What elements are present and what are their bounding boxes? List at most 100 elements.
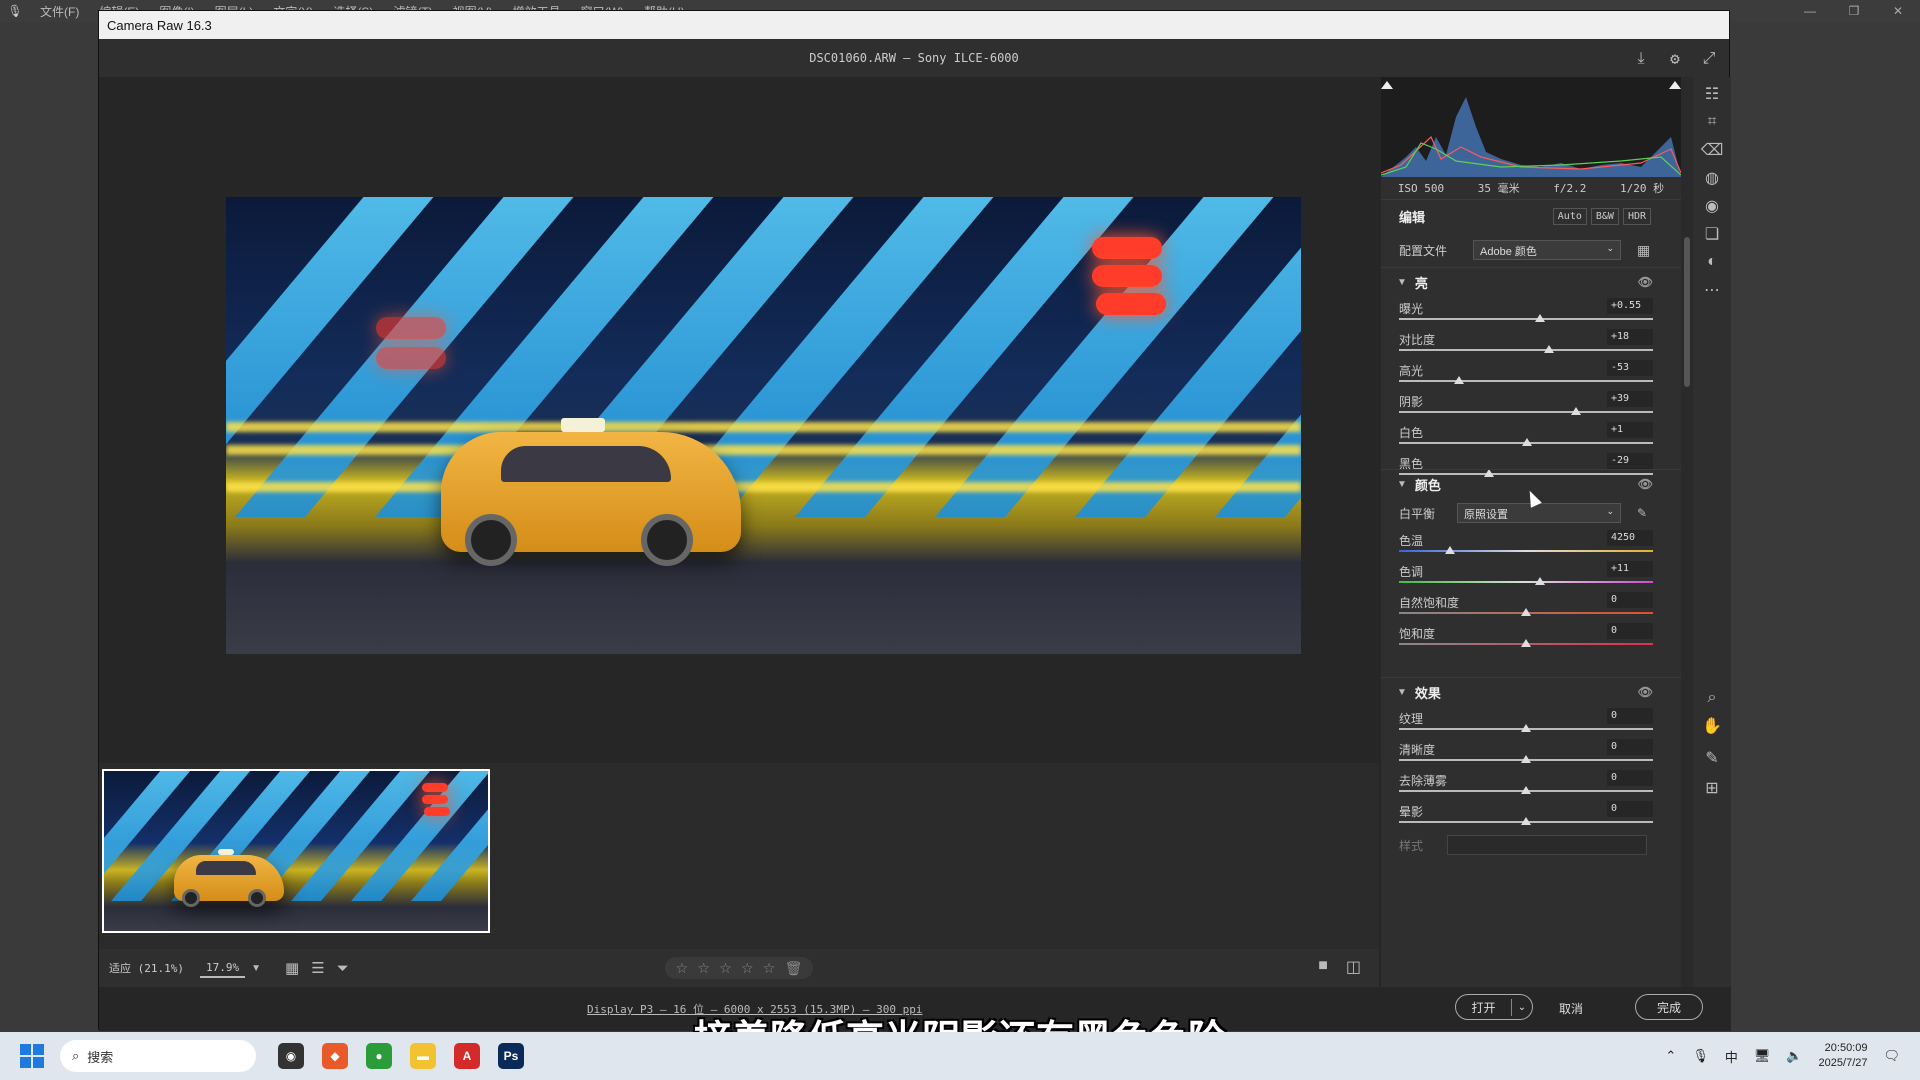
slider-light-0[interactable]: 曝光 +0.55 (1381, 296, 1681, 327)
effects-header[interactable]: ▼ 效果 👁 (1381, 678, 1681, 706)
slider-effects-0[interactable]: 纹理 0 (1381, 706, 1681, 737)
network-icon[interactable]: 🖥 (1754, 1048, 1771, 1064)
chrome-icon[interactable]: ● (366, 1043, 392, 1069)
profile-select[interactable]: Adobe 颜色 ⌄ (1473, 240, 1621, 260)
single-view-icon[interactable]: ■ (1318, 957, 1328, 977)
slider-value-input[interactable]: -29 (1607, 453, 1653, 469)
slider-effects-1[interactable]: 清晰度 0 (1381, 737, 1681, 768)
slider-track[interactable] (1399, 411, 1653, 413)
slider-value-input[interactable]: 0 (1607, 623, 1653, 639)
slider-handle[interactable] (1453, 376, 1464, 384)
notification-icon[interactable]: 🗨 (1883, 1048, 1900, 1064)
slider-effects-3[interactable]: 晕影 0 (1381, 799, 1681, 830)
filmstrip-icon[interactable]: ▦ (285, 959, 299, 977)
slider-light-4[interactable]: 白色 +1 (1381, 420, 1681, 451)
star-icon[interactable]: ☆ (676, 960, 689, 977)
folder-icon[interactable]: ▬ (410, 1043, 436, 1069)
gear-icon[interactable]: ⚙ (1665, 48, 1685, 68)
eye-icon[interactable]: 👁 (1638, 477, 1653, 491)
slider-track[interactable] (1399, 318, 1653, 320)
microphone-icon[interactable]: 🎙 (1692, 1048, 1709, 1064)
slider-color-1[interactable]: 色调 +11 (1381, 559, 1681, 590)
volume-icon[interactable]: 🔈 (1786, 1048, 1802, 1064)
slider-light-3[interactable]: 阴影 +39 (1381, 389, 1681, 420)
capture-app-icon[interactable]: ◉ (278, 1043, 304, 1069)
windows-start-icon[interactable] (20, 1044, 44, 1068)
slider-value-input[interactable]: 0 (1607, 801, 1653, 817)
rating-stars[interactable]: ☆ ☆ ☆ ☆ ☆ 🗑 (665, 957, 813, 979)
slider-value-input[interactable]: +11 (1607, 561, 1653, 577)
slider-track[interactable] (1399, 380, 1653, 382)
sort-icon[interactable]: ☰ (311, 959, 324, 977)
slider-value-input[interactable]: +18 (1607, 329, 1653, 345)
slider-light-1[interactable]: 对比度 +18 (1381, 327, 1681, 358)
auto-button[interactable]: Auto (1552, 208, 1587, 225)
filter-icon[interactable]: ⏷ (337, 960, 349, 977)
close-icon[interactable]: ✕ (1876, 0, 1920, 22)
filmstrip-thumbnail[interactable] (102, 769, 490, 933)
save-icon[interactable]: ⤓ (1631, 48, 1651, 68)
hdr-button[interactable]: HDR (1622, 208, 1651, 225)
image-canvas[interactable] (99, 77, 1379, 763)
slider-handle[interactable] (1521, 724, 1531, 732)
clock[interactable]: 20:50:09 2025/7/27 (1819, 1041, 1868, 1071)
more-icon[interactable]: ⋯ (1701, 279, 1723, 301)
slider-handle[interactable] (1543, 345, 1554, 353)
slider-value-input[interactable]: 0 (1607, 708, 1653, 724)
presets-icon[interactable]: ◐ (1701, 251, 1723, 273)
snapshot-icon[interactable]: ❏ (1701, 223, 1723, 245)
minimize-icon[interactable]: — (1788, 0, 1832, 22)
hand-icon[interactable]: ✋ (1701, 715, 1723, 737)
zoom-icon[interactable]: ⌕ (1701, 687, 1723, 709)
vignette-style-select[interactable] (1447, 835, 1647, 855)
edit-sliders-icon[interactable]: ☷ (1701, 83, 1723, 105)
slider-handle[interactable] (1444, 546, 1455, 554)
trash-icon[interactable]: 🗑 (785, 960, 803, 977)
acrobat-icon[interactable]: A (454, 1043, 480, 1069)
star-icon[interactable]: ☆ (763, 960, 776, 977)
slider-handle[interactable] (1521, 817, 1531, 825)
restore-icon[interactable]: ❐ (1832, 0, 1876, 22)
color-sampler-icon[interactable]: ✎ (1701, 747, 1723, 769)
slider-handle[interactable] (1534, 314, 1545, 322)
slider-handle[interactable] (1570, 407, 1581, 415)
slider-handle[interactable] (1534, 577, 1545, 585)
slider-color-0[interactable]: 色温 4250 (1381, 528, 1681, 559)
taskbar-search[interactable]: ⌕ 搜索 (60, 1040, 256, 1072)
slider-handle[interactable] (1521, 786, 1531, 794)
eraser-icon[interactable]: ⌫ (1701, 139, 1724, 161)
zoom-fit[interactable]: 适应 (21.1%) (109, 960, 184, 976)
zoom-value[interactable]: 17.9% (199, 959, 246, 978)
grid-icon[interactable]: ⊞ (1701, 777, 1723, 799)
eye-icon[interactable]: 👁 (1638, 275, 1653, 289)
slider-light-2[interactable]: 高光 -53 (1381, 358, 1681, 389)
fullscreen-icon[interactable]: ⤢ (1699, 48, 1719, 68)
photoshop-icon[interactable]: Ps (498, 1043, 524, 1069)
slider-value-input[interactable]: 4250 (1607, 530, 1653, 546)
slider-value-input[interactable]: 0 (1607, 592, 1653, 608)
eye-icon[interactable]: 👁 (1638, 685, 1653, 699)
light-header[interactable]: ▼ 亮 👁 (1381, 268, 1681, 296)
slider-value-input[interactable]: -53 (1607, 360, 1653, 376)
slider-value-input[interactable]: 0 (1607, 739, 1653, 755)
eyedropper-icon[interactable]: ✎ (1637, 506, 1647, 520)
profile-browser-icon[interactable]: ▦ (1637, 242, 1650, 259)
slider-value-input[interactable]: +0.55 (1607, 298, 1653, 314)
slider-handle[interactable] (1521, 755, 1531, 763)
menu-file[interactable]: 文件(F) (30, 3, 89, 20)
slider-color-2[interactable]: 自然饱和度 0 (1381, 590, 1681, 621)
slider-handle[interactable] (1522, 438, 1533, 446)
slider-track[interactable] (1399, 349, 1653, 351)
slider-track[interactable] (1399, 581, 1653, 583)
crop-icon[interactable]: ⌗ (1701, 111, 1723, 133)
slider-value-input[interactable]: +39 (1607, 391, 1653, 407)
app-icon[interactable]: ◆ (322, 1043, 348, 1069)
slider-handle[interactable] (1521, 608, 1531, 616)
star-icon[interactable]: ☆ (741, 960, 754, 977)
slider-effects-2[interactable]: 去除薄雾 0 (1381, 768, 1681, 799)
chevron-down-icon[interactable]: ▼ (251, 963, 261, 974)
slider-value-input[interactable]: +1 (1607, 422, 1653, 438)
ime-indicator[interactable]: 中 (1725, 1047, 1738, 1066)
slider-track[interactable] (1399, 550, 1653, 552)
panel-scrollbar[interactable] (1681, 77, 1693, 987)
